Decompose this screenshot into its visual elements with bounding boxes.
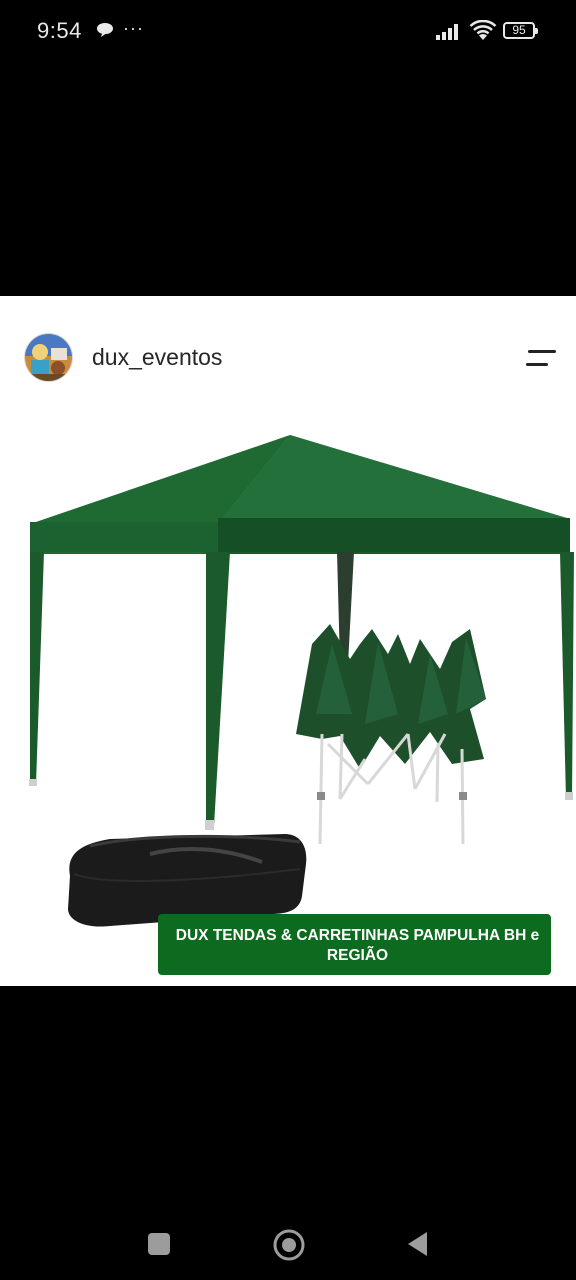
back-button[interactable] (405, 1230, 431, 1263)
status-bar: 9:54 ··· 95 (0, 0, 576, 64)
wifi-icon (469, 19, 497, 47)
post-header: dux_eventos (0, 296, 576, 414)
avatar[interactable] (24, 333, 73, 382)
chat-icon (96, 22, 114, 43)
recents-button[interactable] (148, 1233, 170, 1255)
menu-icon[interactable] (524, 348, 558, 373)
status-more-dots: ··· (123, 18, 144, 38)
caption-banner: DUX TENDAS & CARRETINHAS PAMPULHA BH e R… (158, 914, 551, 975)
battery-icon: 95 (503, 22, 538, 39)
post-image[interactable] (0, 414, 576, 986)
navigation-bar (0, 1210, 576, 1280)
carry-bag (68, 834, 307, 927)
home-button[interactable] (272, 1228, 306, 1267)
signal-icon (435, 22, 463, 45)
post-card: dux_eventos (0, 296, 576, 986)
status-time: 9:54 (37, 18, 82, 43)
username[interactable]: dux_eventos (92, 344, 222, 371)
